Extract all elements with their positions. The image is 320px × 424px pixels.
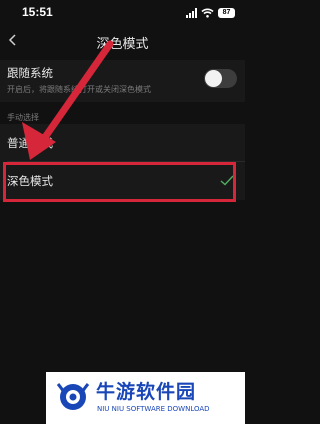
follow-system-description: 开启后，将跟随系统打开或关闭深色模式 [7, 85, 151, 94]
watermark-title: 牛游软件园 [96, 381, 197, 403]
wifi-icon [201, 8, 214, 18]
page-title: 深色模式 [96, 37, 149, 52]
nav-bar: 深色模式 [0, 26, 245, 56]
option-normal-mode[interactable]: 普通模式 [0, 124, 245, 162]
battery-indicator: 87 [218, 8, 235, 18]
option-label: 深色模式 [7, 174, 53, 188]
watermark-subtitle: NIU NIU SOFTWARE DOWNLOAD [97, 405, 210, 413]
manual-section-label: 手动选择 [7, 113, 39, 122]
watermark: 牛游软件园 NIU NIU SOFTWARE DOWNLOAD [46, 372, 245, 424]
watermark-logo-icon [56, 383, 90, 410]
status-bar: 15:51 87 [0, 0, 245, 26]
follow-system-title: 跟随系统 [7, 66, 53, 80]
status-time: 15:51 [22, 5, 53, 19]
checkmark-icon [220, 175, 234, 186]
toggle-knob [205, 70, 222, 87]
option-dark-mode[interactable]: 深色模式 [0, 162, 245, 200]
status-icons: 87 [186, 7, 235, 19]
option-label: 普通模式 [7, 136, 53, 150]
follow-system-toggle[interactable] [204, 69, 237, 88]
signal-icon [186, 8, 197, 18]
